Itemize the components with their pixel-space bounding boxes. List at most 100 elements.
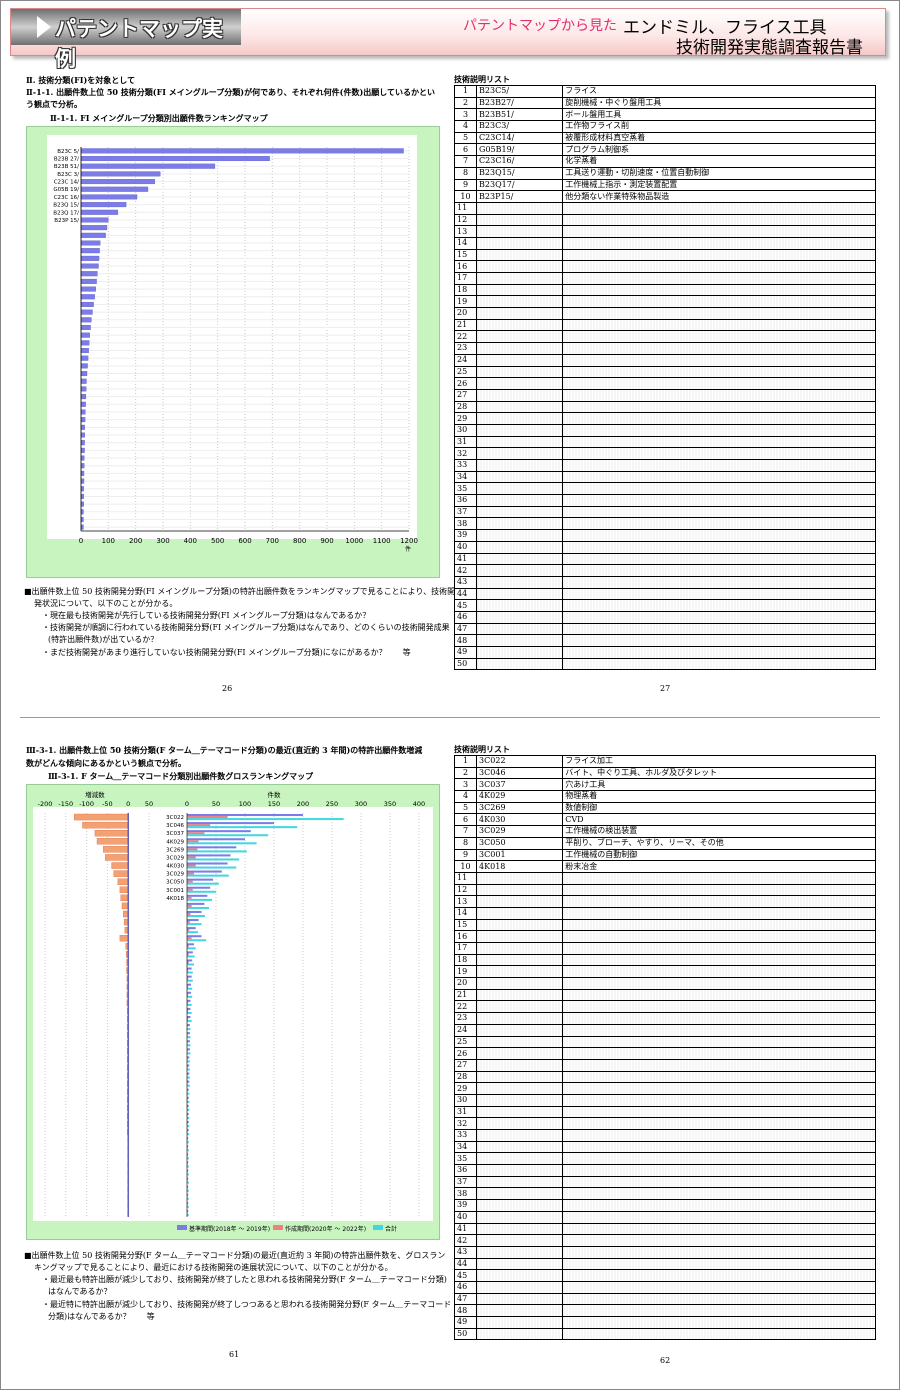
table-cell: B23B51/ — [476, 108, 564, 122]
table-row: 30 — [453, 1093, 876, 1107]
table-cell: B23P15/ — [476, 190, 564, 203]
bar — [80, 248, 100, 254]
base-bar — [187, 854, 231, 857]
table-cell — [562, 1129, 876, 1142]
base-bar — [187, 1064, 190, 1067]
table-row: 34 — [453, 1140, 876, 1154]
bullet: ・最近特に特許出願が減少しており、技術開発が終了しつつあると思われる技術開発分野… — [42, 1300, 452, 1309]
table-cell — [562, 225, 876, 238]
bar — [80, 440, 85, 446]
base-bar — [187, 959, 193, 962]
table-cell: 5 — [453, 801, 478, 815]
table-cell — [562, 213, 876, 227]
table-cell — [476, 1129, 564, 1142]
table-row: 49 — [453, 1316, 876, 1329]
list-title: 技術説明リスト — [454, 74, 510, 84]
tick-label: 1200 — [400, 537, 418, 545]
table-cell: 他分類ない作業特殊物品製造 — [562, 190, 876, 203]
page-number: 61 — [229, 1350, 240, 1359]
table-cell — [562, 342, 876, 355]
table-row: 33 — [453, 459, 876, 472]
table-cell — [562, 318, 876, 332]
table-cell: 25 — [453, 365, 478, 379]
table-cell — [562, 1012, 876, 1025]
recent-bar — [187, 864, 196, 867]
category-label: B23Q 15/ — [53, 203, 79, 209]
table-cell — [562, 552, 876, 566]
table-cell: 工作物フライス削 — [562, 120, 876, 133]
table-row: 6 G05B19/プログラム制御系 — [453, 143, 876, 157]
table-cell: 30 — [453, 1093, 478, 1107]
table-row: 8 3C050 平削り、ブローチ、やすり、リーマ、その他 — [453, 836, 876, 850]
report-header: パテントマップ実例 パテントマップから見た エンドミル、フライス工具 技術開発実… — [10, 8, 886, 71]
table-row: 50 — [453, 657, 876, 671]
tick-label: 1000 — [345, 537, 363, 545]
table-cell: 1 — [453, 85, 478, 98]
plot-background — [33, 807, 433, 1221]
table-cell — [476, 1117, 564, 1130]
table-cell: 工作機械上指示・測定装置配置 — [562, 178, 876, 192]
report-title-line2: 技術開発実態調査報告書 — [676, 38, 863, 58]
table-row: 45 — [453, 1269, 876, 1282]
table-cell — [562, 883, 876, 897]
table-cell: 4K018 — [476, 860, 564, 873]
table-cell — [562, 540, 876, 554]
category-label: C23C 14/ — [54, 180, 79, 186]
table-cell: 5 — [453, 131, 478, 145]
table-cell: 16 — [453, 260, 478, 273]
delta-bar — [113, 870, 129, 877]
total-bar — [187, 1108, 190, 1111]
tick-label: 100 — [239, 800, 251, 808]
total-bar — [187, 818, 344, 821]
table-cell: 3C037 — [476, 778, 564, 792]
description: ■出願件数上位 50 技術開発分野(F ターム＿テーマコード分類)の最近(直近約… — [24, 1251, 446, 1260]
table-cell — [476, 1152, 564, 1166]
base-bar — [187, 870, 222, 873]
table-row: 26 — [453, 377, 876, 390]
table-cell: 39 — [453, 1199, 478, 1212]
recent-bar — [187, 921, 190, 924]
table-cell: 34 — [453, 470, 478, 484]
table-cell: 31 — [453, 1105, 478, 1119]
table-row: 22 — [453, 330, 876, 344]
total-bar — [187, 1011, 192, 1014]
table-cell: ボール盤用工具 — [562, 108, 876, 122]
table-cell — [476, 1164, 564, 1177]
bar — [80, 202, 127, 208]
table-row: 44 — [453, 1257, 876, 1271]
table-row: 10 4K018 粉末冶金 — [453, 860, 876, 873]
table-cell: 35 — [453, 482, 478, 496]
table-cell — [476, 1245, 564, 1259]
table-cell — [562, 1327, 876, 1341]
bar — [80, 263, 99, 269]
table-row: 39 — [453, 1199, 876, 1212]
table-row: 23 — [453, 1012, 876, 1025]
table-cell — [476, 1292, 564, 1306]
table-cell: 38 — [453, 517, 478, 531]
table-cell: 平削り、ブローチ、やすり、リーマ、その他 — [562, 836, 876, 850]
category-label: 3C037 — [166, 831, 184, 837]
table-row: 16 — [453, 930, 876, 943]
table-cell: 旋削機械・中ぐり盤用工具 — [562, 96, 876, 110]
table-cell — [476, 646, 564, 659]
table-cell: 14 — [453, 236, 478, 250]
table-cell: 17 — [453, 942, 478, 955]
table-cell: 35 — [453, 1152, 478, 1166]
base-bar — [187, 878, 214, 881]
table-row: 20 — [453, 307, 876, 320]
table-cell: 7 — [453, 155, 478, 168]
table-row: 12 — [453, 883, 876, 897]
section-subheading-2: う観点で分析。 — [26, 99, 82, 109]
table-cell — [562, 1070, 876, 1084]
table-cell — [476, 459, 564, 472]
category-label: 3C046 — [166, 823, 184, 829]
axis-label: 増減数 — [85, 790, 105, 799]
total-bar — [187, 1044, 191, 1047]
bar — [80, 217, 109, 223]
delta-bar — [103, 846, 129, 853]
recent-bar — [187, 888, 193, 891]
table-row: 40 — [453, 1210, 876, 1224]
bar — [80, 340, 90, 346]
table-cell: 46 — [453, 610, 478, 624]
table-cell: 32 — [453, 447, 478, 460]
